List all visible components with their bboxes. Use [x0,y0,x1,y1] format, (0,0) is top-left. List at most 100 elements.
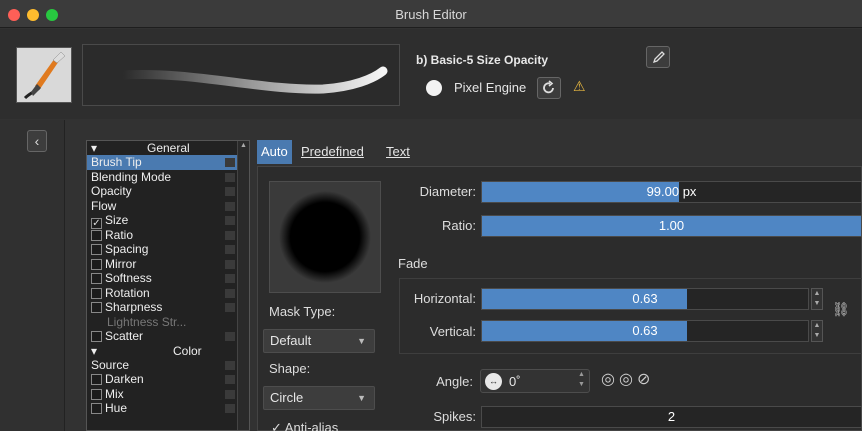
edit-name-button[interactable] [646,46,670,68]
option-checkbox[interactable] [91,244,102,255]
drag-handle[interactable] [225,230,235,240]
list-item[interactable]: Mirror [87,257,249,272]
drag-handle[interactable] [225,332,235,341]
list-item[interactable]: Mix [87,387,249,402]
list-item-label: Source [91,357,130,372]
shape-dropdown[interactable]: Circle ▼ [263,386,375,410]
list-item-label: Opacity [91,184,132,198]
brush-name: b) Basic-5 Size Opacity [416,53,549,67]
angle-dial-icon[interactable]: ↔ [485,373,502,390]
list-item[interactable]: Scatter [87,329,249,344]
list-item[interactable]: Source [87,358,249,373]
list-item-label: Softness [105,271,152,285]
scroll-up-icon[interactable]: ▲ [239,142,248,152]
list-item[interactable]: Spacing [87,242,249,257]
list-item[interactable]: Sharpness [87,300,249,315]
spikes-slider[interactable]: 2 [481,406,862,428]
tab-text[interactable]: Text [382,140,414,164]
brush-editor-window: Brush Editor b) Basic-5 Size Opacity Pix… [0,0,862,431]
angle-selector[interactable]: ↔ 0˚ [480,369,590,393]
list-item-label: Rotation [105,285,150,300]
list-item-label: Scatter [105,329,144,343]
reload-brush-button[interactable] [537,77,561,99]
list-item[interactable]: ✓ Size [87,213,249,229]
option-checkbox[interactable] [91,302,102,313]
drag-handle[interactable] [225,404,235,413]
chevron-down-icon: ▼ [357,393,366,403]
drag-handle[interactable] [225,245,235,254]
option-checkbox[interactable] [91,258,102,270]
drag-handle[interactable] [225,187,235,196]
chevron-left-icon: ‹ [34,133,40,149]
list-item-label: Size [105,213,129,227]
option-checkbox[interactable] [91,403,102,414]
angle-preset-left-icon[interactable]: ◎ [619,371,637,388]
paintbrush-icon [23,51,66,100]
drag-handle[interactable] [225,389,235,399]
mask-preview [269,181,381,293]
drag-handle[interactable] [225,201,235,211]
option-checkbox[interactable] [91,229,102,241]
collapse-presets-button[interactable]: ‹ [27,130,47,152]
link-aspect-icon[interactable]: ⛓ [832,301,850,318]
chevron-down-icon: ▼ [357,336,366,346]
list-item[interactable]: Brush Tip [87,155,249,170]
option-checkbox[interactable] [91,374,102,385]
vertical-spinner[interactable]: ▲ ▼ [811,320,823,342]
angle-preset-down-icon[interactable]: ◎ [601,371,619,388]
list-item[interactable]: Darken [87,372,249,387]
ratio-label: Ratio: [442,218,476,233]
list-item[interactable]: Flow [87,199,249,214]
option-checkbox[interactable] [91,287,102,299]
drag-handle[interactable] [225,274,235,283]
window-title: Brush Editor [395,7,467,22]
list-item-label: Lightness Str... [107,314,187,329]
list-item[interactable]: Softness [87,271,249,286]
tab-auto[interactable]: Auto [257,140,292,164]
spikes-label: Spikes: [433,409,476,424]
drag-handle[interactable] [225,158,235,167]
drag-handle[interactable] [225,303,235,312]
drag-handle[interactable] [225,375,235,384]
option-checkbox[interactable] [91,388,102,400]
drag-handle[interactable] [225,259,235,269]
color-category-header[interactable]: ▾ Color [87,344,249,358]
list-item-label: Blending Mode [91,169,172,184]
option-checkbox[interactable] [91,273,102,284]
horizontal-label: Horizontal: [413,291,476,306]
pencil-icon [652,51,665,64]
drag-handle[interactable] [225,216,235,225]
list-item[interactable]: Blending Mode [87,170,249,185]
list-item[interactable]: Lightness Str... [87,315,249,330]
engine-label: Pixel Engine [454,80,527,95]
drag-handle[interactable] [225,288,235,298]
horizontal-slider[interactable]: 0.63 [481,288,809,310]
mask-type-label: Mask Type: [269,304,336,319]
mask-type-dropdown[interactable]: Default ▼ [263,329,375,353]
list-item[interactable]: Rotation [87,286,249,301]
list-item-label: Spacing [105,242,149,256]
list-item[interactable]: Opacity [87,184,249,199]
brush-stroke-preview[interactable] [82,44,400,106]
tab-predefined[interactable]: Predefined [297,140,368,164]
antialias-checkbox[interactable]: ✓ Anti-alias [271,420,338,431]
general-category-header[interactable]: ▾ General [87,141,249,155]
option-checkbox[interactable] [91,331,102,342]
brush-thumbnail[interactable] [16,47,72,103]
list-scrollbar[interactable]: ▲ [237,141,249,430]
list-item-label: Hue [105,401,128,415]
horizontal-spinner[interactable]: ▲ ▼ [811,288,823,310]
list-item[interactable]: Hue [87,401,249,416]
angle-label: Angle: [436,374,473,389]
brush-options-list[interactable]: ▾ General Brush Tip Blending Mode Opacity Fl… [86,140,250,431]
diameter-slider[interactable]: 99.00 px [481,181,862,203]
drag-handle[interactable] [225,360,235,370]
angle-spinner[interactable]: ▲ ▼ [578,370,588,392]
list-item[interactable]: Ratio [87,228,249,243]
ratio-slider[interactable]: 1.00 [481,215,862,237]
list-item-label: Ratio [105,227,134,242]
angle-preset-diagonal-icon[interactable]: ⊘ [637,371,654,388]
engine-indicator [426,80,442,96]
drag-handle[interactable] [225,172,235,182]
vertical-slider[interactable]: 0.63 [481,320,809,342]
